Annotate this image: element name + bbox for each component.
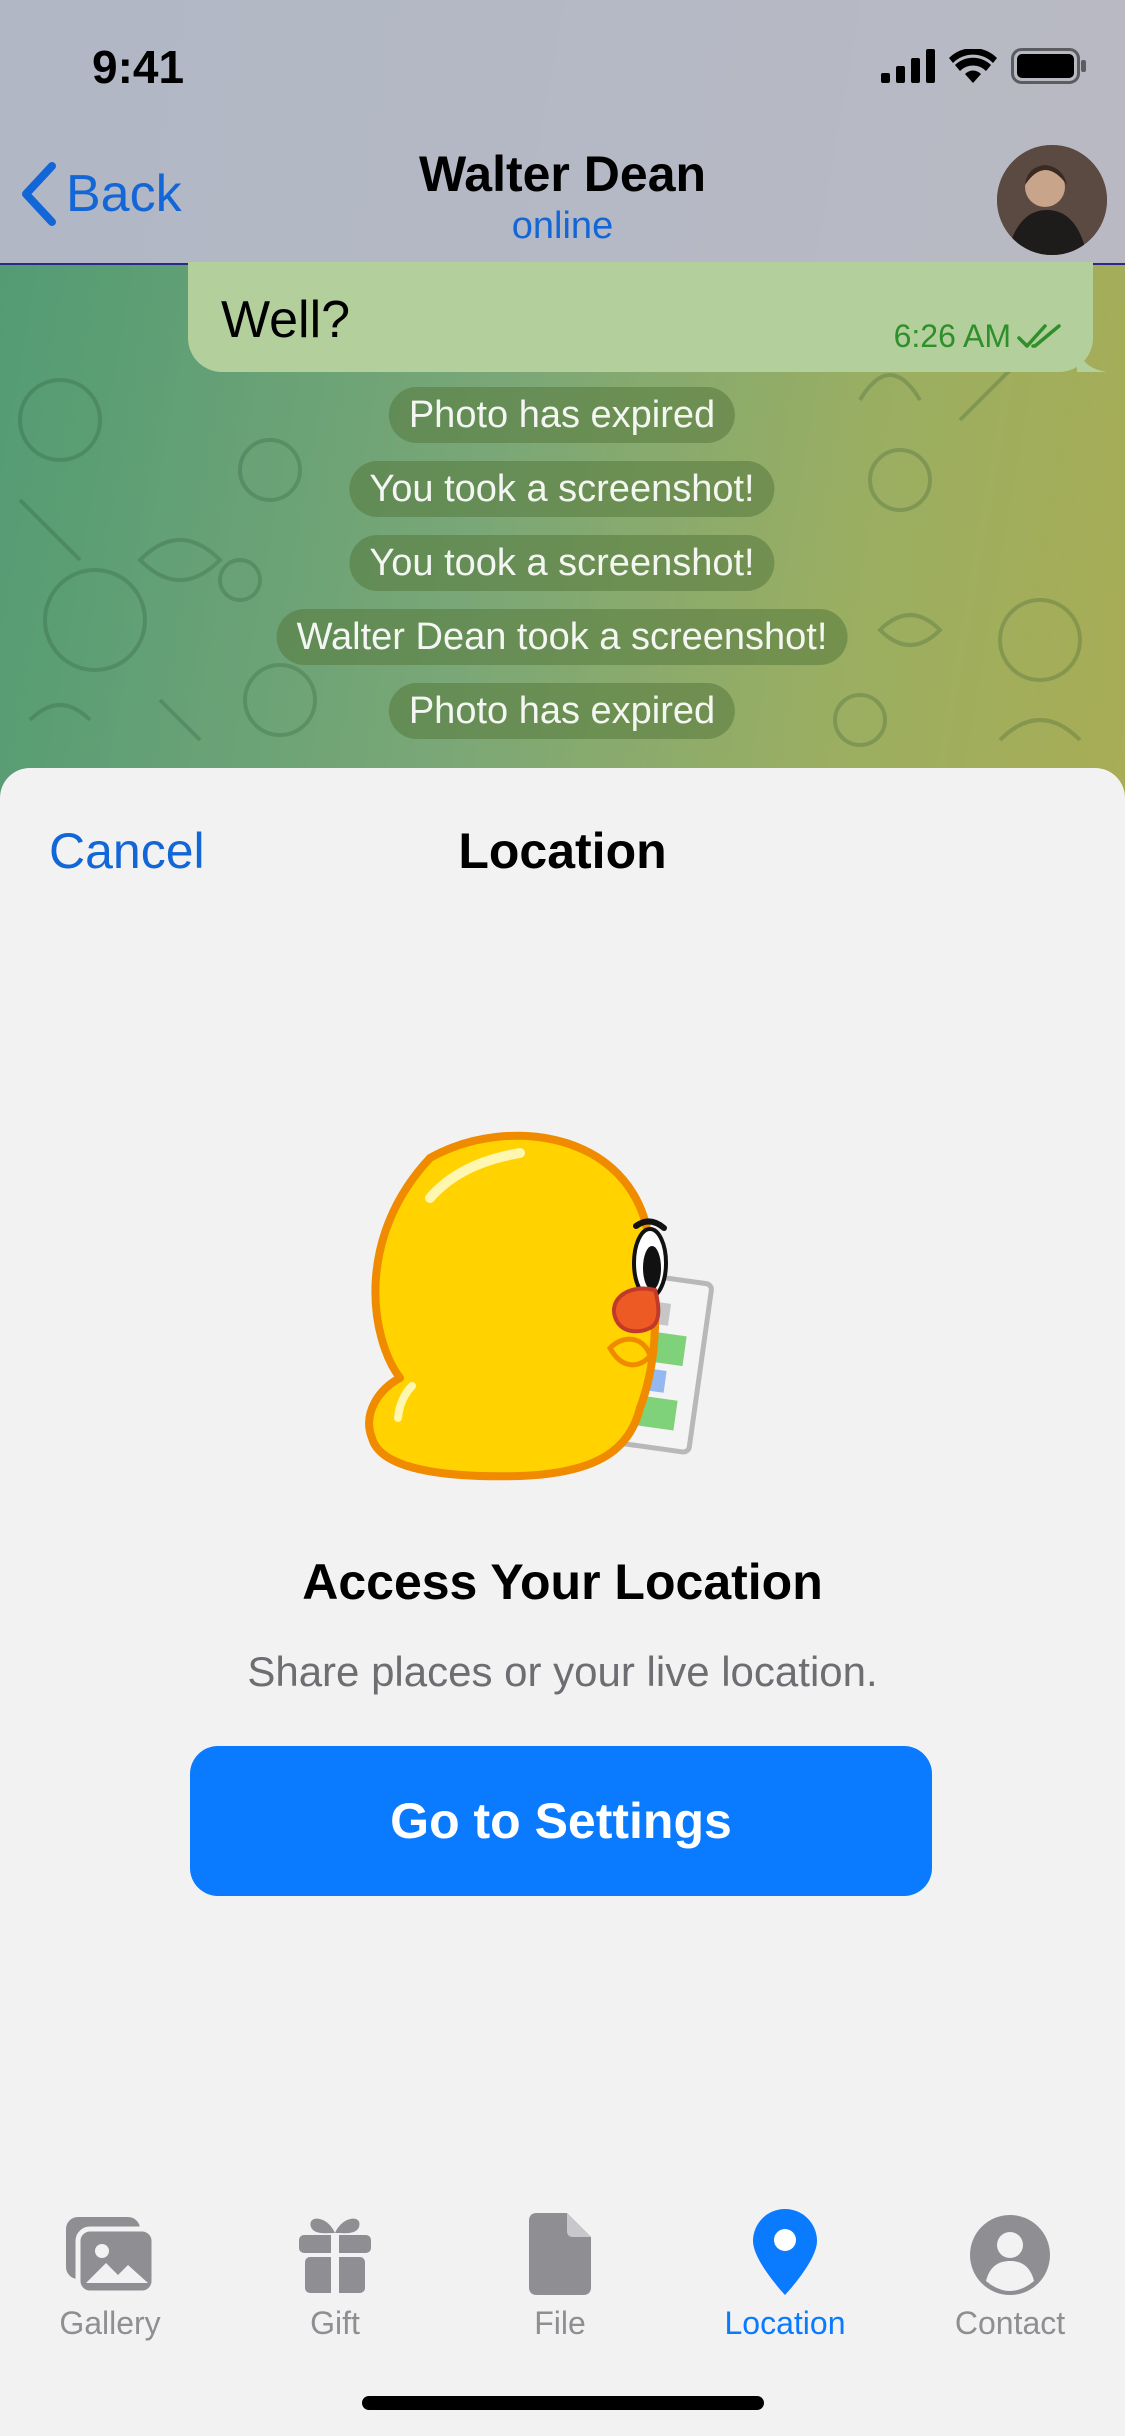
tab-gift[interactable]: Gift bbox=[235, 2170, 435, 2341]
bubble-tail bbox=[1077, 342, 1107, 372]
location-pin-icon bbox=[753, 2209, 817, 2295]
duck-sticker bbox=[365, 1131, 714, 1481]
tab-gallery[interactable]: Gallery bbox=[10, 2170, 210, 2341]
home-indicator[interactable] bbox=[362, 2396, 764, 2410]
access-subtitle: Share places or your live location. bbox=[247, 1648, 878, 1695]
service-message: Photo has expired bbox=[388, 387, 736, 443]
service-message: Walter Dean took a screenshot! bbox=[276, 609, 848, 665]
avatar[interactable] bbox=[997, 145, 1107, 255]
double-check-icon bbox=[1017, 323, 1061, 348]
tab-label: File bbox=[534, 2305, 586, 2341]
gift-icon bbox=[299, 2218, 371, 2293]
outgoing-message-bubble[interactable]: Well? 6:26 AM bbox=[188, 262, 1107, 372]
avatar-photo bbox=[997, 145, 1107, 255]
tab-label: Contact bbox=[954, 2305, 1066, 2341]
tab-label: Gallery bbox=[59, 2305, 161, 2341]
tab-file[interactable]: File bbox=[460, 2170, 660, 2341]
service-message: You took a screenshot! bbox=[349, 461, 775, 517]
attachment-tabbar: Gallery Gift File Location Contact bbox=[0, 2170, 1125, 2341]
wifi-icon bbox=[949, 49, 997, 83]
service-message: Photo has expired bbox=[388, 683, 736, 739]
message-time: 6:26 AM bbox=[893, 318, 1011, 354]
tab-label: Gift bbox=[310, 2305, 360, 2341]
access-title: Access Your Location bbox=[302, 1554, 823, 1610]
tab-location[interactable]: Location bbox=[685, 2170, 885, 2341]
file-icon bbox=[529, 2213, 591, 2295]
message-meta: 6:26 AM bbox=[894, 318, 1063, 355]
tab-contact[interactable]: Contact bbox=[910, 2170, 1110, 2341]
sheet-title: Location bbox=[458, 823, 667, 879]
go-to-settings-button[interactable]: Go to Settings bbox=[190, 1746, 932, 1896]
chat-header: 9:41 Back Walter Dean online bbox=[0, 0, 1125, 265]
chat-title[interactable]: Walter Dean bbox=[0, 145, 1125, 203]
service-message: You took a screenshot! bbox=[349, 535, 775, 591]
status-icons bbox=[881, 48, 1087, 84]
status-time: 9:41 bbox=[92, 41, 185, 93]
contact-icon bbox=[970, 2215, 1050, 2295]
chat-status: online bbox=[511, 205, 614, 247]
signal-icon bbox=[881, 49, 935, 83]
gallery-icon bbox=[66, 2217, 156, 2295]
tab-label: Location bbox=[724, 2305, 846, 2341]
battery-icon bbox=[1011, 48, 1086, 84]
message-text: Well? bbox=[221, 291, 351, 349]
